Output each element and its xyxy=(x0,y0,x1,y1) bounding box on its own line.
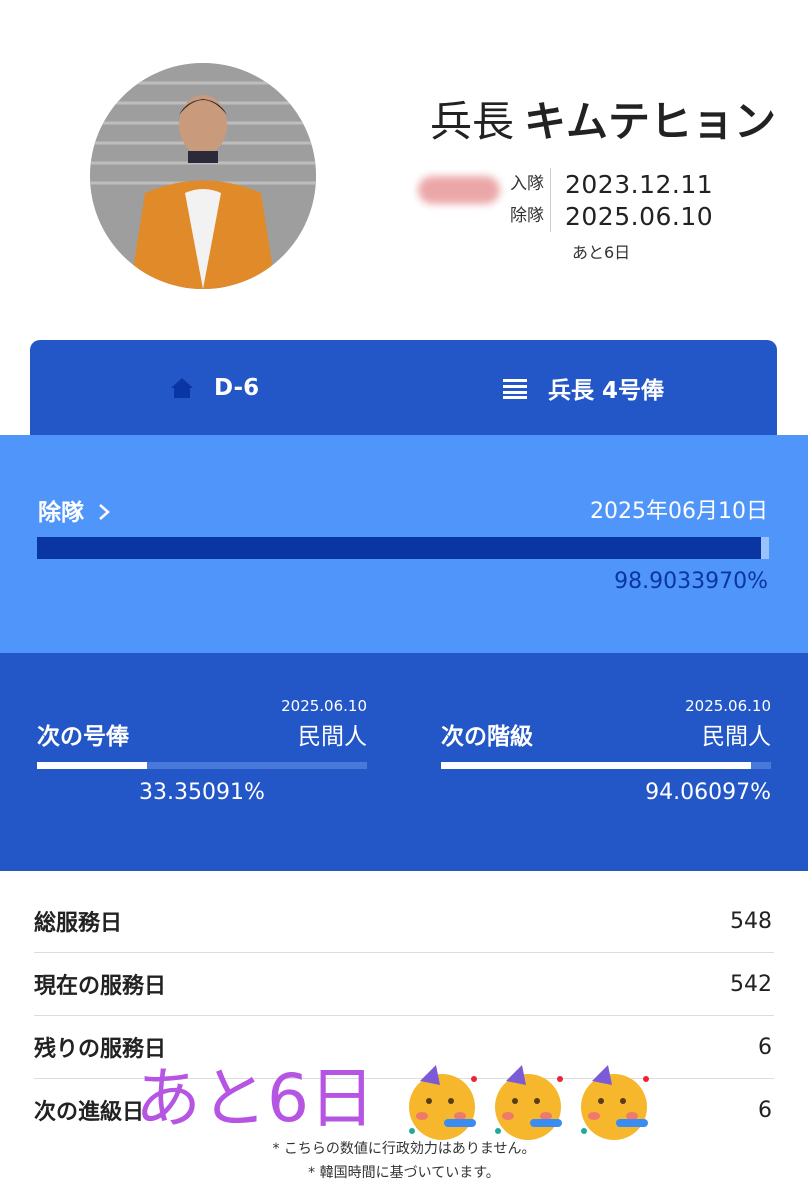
discharge-section: 除隊 2025年06月10日 98.9033970% xyxy=(0,435,808,653)
chevron-right-icon xyxy=(98,501,110,527)
next-rank-progress xyxy=(441,762,771,769)
discharge-percent: 98.9033970% xyxy=(614,569,768,594)
tab-bar: D-6 兵長 4号俸 xyxy=(30,340,777,435)
disclaimer-line: * 韓国時間に基づいています。 xyxy=(308,1165,500,1181)
next-pay-grade-percent: 33.35091% xyxy=(139,780,265,805)
discharge-link[interactable]: 除隊 xyxy=(38,493,110,527)
tab-rank-label: 兵長 4号俸 xyxy=(548,377,665,404)
stat-label: 現在の服務日 xyxy=(34,974,167,999)
redacted-text xyxy=(418,176,500,204)
next-rank-fill xyxy=(441,762,752,769)
tab-dday-label: D-6 xyxy=(214,374,260,401)
partying-face-icon xyxy=(408,1064,477,1140)
tab-dday[interactable]: D-6 xyxy=(170,340,259,435)
stat-value: 6 xyxy=(758,1097,772,1123)
discharge-progress-fill xyxy=(37,537,761,559)
partying-face-icon xyxy=(580,1064,649,1140)
profile-avatar xyxy=(90,63,316,289)
partying-face-icon xyxy=(494,1064,563,1140)
list-item: 総服務日 548 xyxy=(34,890,774,953)
discharge-full-date: 2025年06月10日 xyxy=(590,499,768,524)
next-section: 2025.06.10 次の号俸 民間人 33.35091% 2025.06.10… xyxy=(0,653,808,871)
stat-label: 総服務日 xyxy=(34,911,123,936)
home-icon xyxy=(171,377,193,398)
stat-label: 次の進級日 xyxy=(34,1100,145,1125)
soldier-title: 兵長 キムテヒョン xyxy=(430,88,776,149)
next-pay-grade-value: 民間人 xyxy=(298,724,367,750)
enlist-label: 入隊 xyxy=(500,168,551,200)
discharge-label: 除隊 xyxy=(500,200,551,232)
rank-label: 兵長 xyxy=(430,97,515,146)
remaining-days: あと6日 xyxy=(572,243,631,262)
stat-value: 548 xyxy=(730,908,772,934)
soldier-name: キムテヒョン xyxy=(524,97,777,146)
tab-rank[interactable]: 兵長 4号俸 xyxy=(502,340,664,435)
next-pay-grade-card: 2025.06.10 次の号俸 民間人 33.35091% xyxy=(37,653,367,871)
next-rank-card: 2025.06.10 次の階級 民間人 94.06097% xyxy=(441,653,771,871)
next-pay-grade-date: 2025.06.10 xyxy=(281,697,367,715)
next-pay-grade-progress xyxy=(37,762,367,769)
next-rank-percent: 94.06097% xyxy=(645,780,771,805)
emoji-group xyxy=(400,1061,658,1145)
stat-value: 6 xyxy=(758,1034,772,1060)
overlay-caption: あと6日 xyxy=(135,1045,658,1145)
next-rank-date: 2025.06.10 xyxy=(685,697,771,715)
list-item: 現在の服務日 542 xyxy=(34,953,774,1016)
discharge-progress-bar xyxy=(37,537,769,559)
discharge-date: 2025.06.10 xyxy=(565,201,714,231)
list-icon xyxy=(503,378,527,399)
next-pay-grade-title: 次の号俸 xyxy=(37,724,129,750)
next-pay-grade-fill xyxy=(37,762,148,769)
stat-value: 542 xyxy=(730,971,772,997)
service-dates: 入隊 2023.12.11 除隊 2025.06.10 xyxy=(500,168,713,232)
enlist-date: 2023.12.11 xyxy=(565,169,714,199)
discharge-link-label: 除隊 xyxy=(38,500,84,526)
next-rank-value: 民間人 xyxy=(702,724,771,750)
next-rank-title: 次の階級 xyxy=(441,724,533,750)
overlay-text: あと6日 xyxy=(135,1060,375,1137)
